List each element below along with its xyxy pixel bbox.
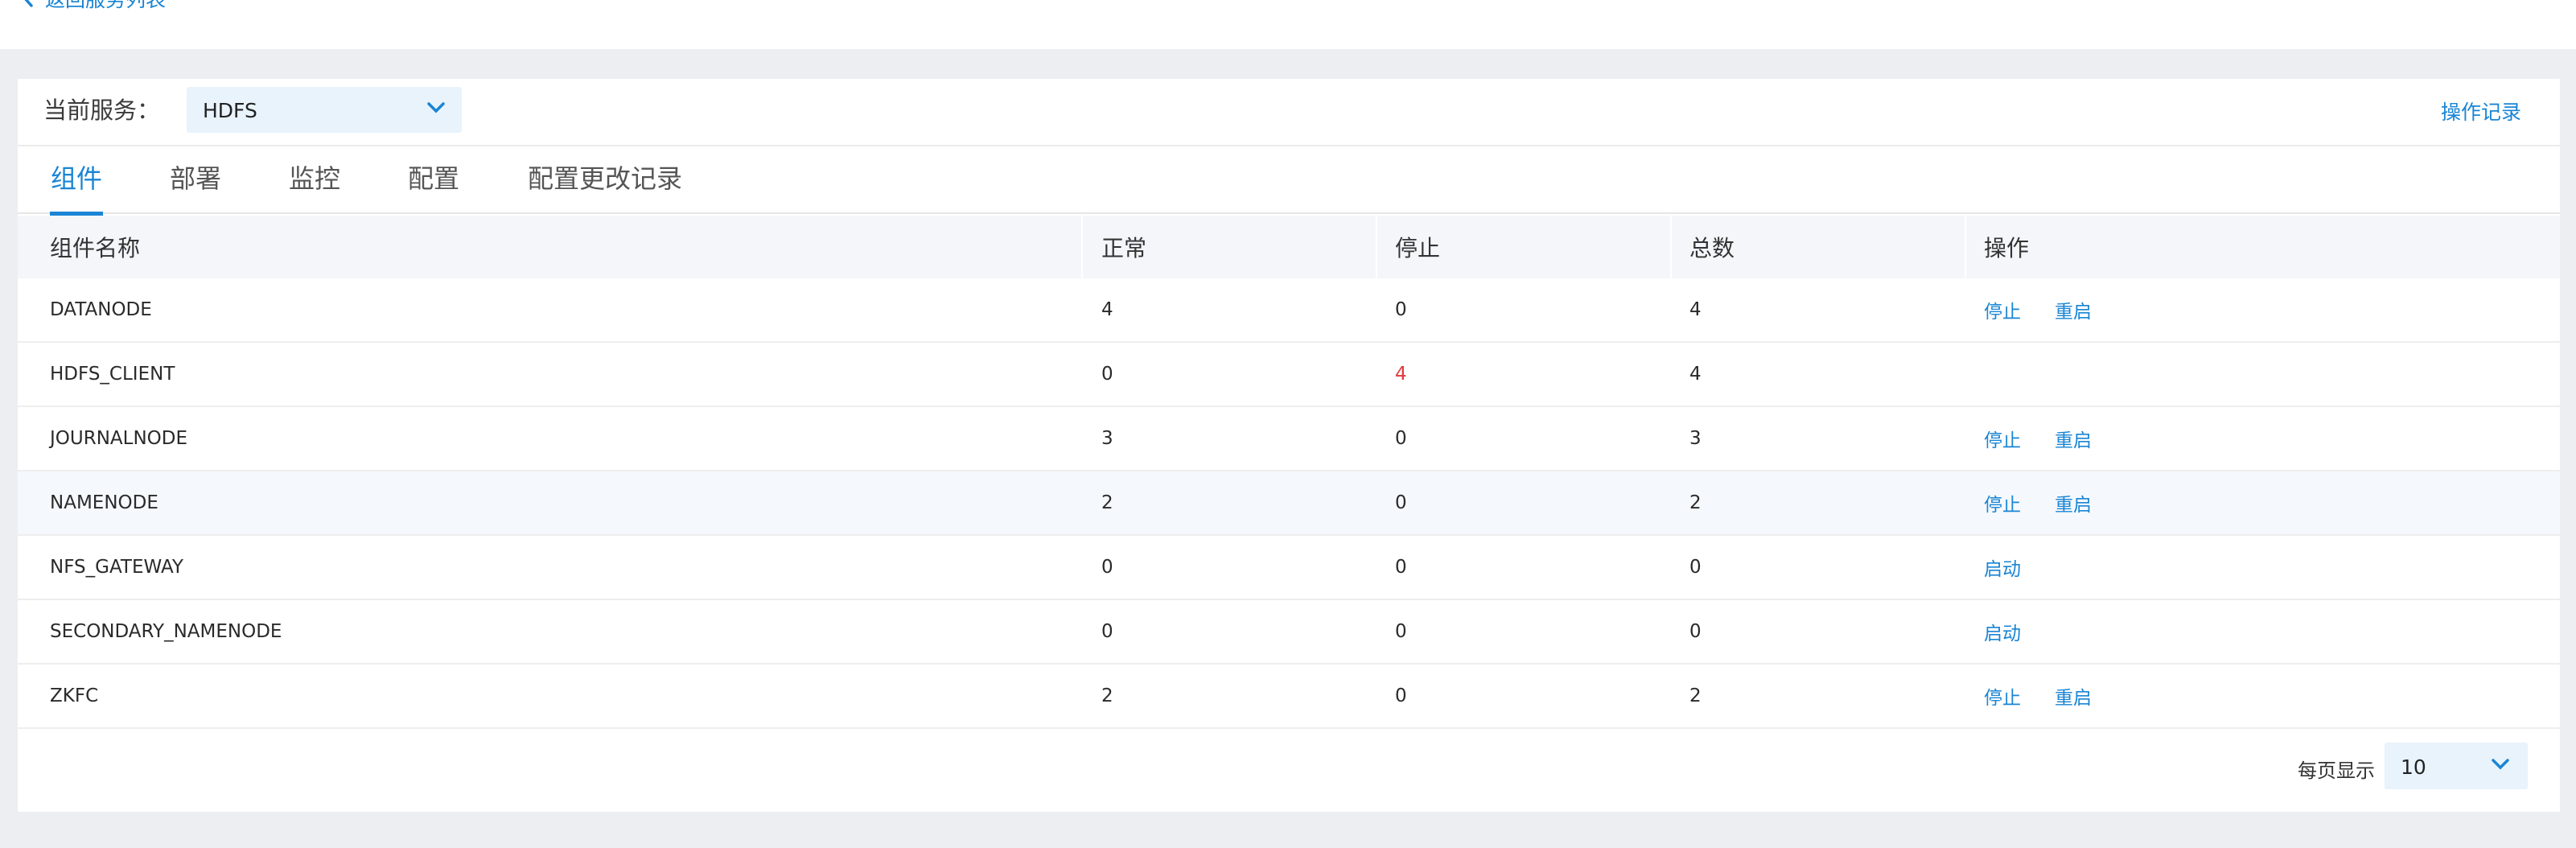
- back-to-service-list-link[interactable]: 返回服务列表: [23, 0, 166, 13]
- header-actions: 操作: [1984, 235, 2030, 261]
- cell-actions: 启动: [1984, 600, 2055, 663]
- cell-stopped: 0: [1395, 299, 1407, 320]
- top-bar: 返回服务列表: [0, 0, 2576, 49]
- cell-actions: 启动: [1984, 536, 2055, 599]
- cell-component-name: HDFS_CLIENT: [50, 364, 175, 385]
- cell-actions: 停止 重启: [1984, 278, 2125, 341]
- cell-total: 4: [1689, 364, 1702, 385]
- cell-total: 0: [1689, 621, 1702, 642]
- tab-monitoring[interactable]: 监控: [288, 146, 341, 214]
- table-row: ZKFC 2 0 2 停止 重启: [18, 665, 2560, 729]
- cell-total: 2: [1689, 685, 1702, 706]
- service-select[interactable]: HDFS: [187, 87, 462, 133]
- cell-stopped: 0: [1395, 621, 1407, 642]
- tab-config-change-log[interactable]: 配置更改记录: [526, 146, 684, 214]
- page-size-select[interactable]: 10: [2385, 743, 2528, 789]
- table-row: DATANODE 4 0 4 停止 重启: [18, 278, 2560, 343]
- cell-component-name: JOURNALNODE: [50, 428, 188, 449]
- cell-actions: 停止 重启: [1984, 665, 2125, 727]
- stop-button[interactable]: 停止: [1984, 425, 2021, 452]
- cell-total: 0: [1689, 557, 1702, 578]
- cell-stopped: 0: [1395, 492, 1407, 513]
- cell-stopped: 0: [1395, 428, 1407, 449]
- header-stopped: 停止: [1395, 235, 1441, 261]
- cell-component-name: NAMENODE: [50, 492, 158, 513]
- header-normal: 正常: [1101, 235, 1147, 261]
- page-size-value: 10: [2401, 755, 2426, 779]
- cell-component-name: SECONDARY_NAMENODE: [50, 621, 282, 642]
- tab-configuration[interactable]: 配置: [407, 146, 460, 214]
- cell-normal: 3: [1101, 428, 1113, 449]
- table-row: NAMENODE 2 0 2 停止 重启: [18, 471, 2560, 536]
- stop-button[interactable]: 停止: [1984, 489, 2021, 517]
- cell-component-name: DATANODE: [50, 299, 152, 320]
- cell-normal: 0: [1101, 557, 1113, 578]
- cell-stopped-alert: 4: [1395, 364, 1407, 385]
- stop-button[interactable]: 停止: [1984, 682, 2021, 710]
- tab-deployment[interactable]: 部署: [169, 146, 222, 214]
- cell-normal: 2: [1101, 685, 1113, 706]
- stop-button[interactable]: 停止: [1984, 296, 2021, 323]
- chevron-down-icon: [2491, 758, 2510, 774]
- table-header: 组件名称 正常 停止 总数 操作: [18, 216, 2560, 278]
- cell-actions: 停止 重启: [1984, 471, 2125, 534]
- cell-normal: 2: [1101, 492, 1113, 513]
- restart-button[interactable]: 重启: [2055, 425, 2092, 452]
- cell-stopped: 0: [1395, 557, 1407, 578]
- cell-normal: 0: [1101, 364, 1113, 385]
- table-row: HDFS_CLIENT 0 4 4: [18, 343, 2560, 407]
- cell-component-name: NFS_GATEWAY: [50, 557, 183, 578]
- cell-normal: 4: [1101, 299, 1113, 320]
- tab-components[interactable]: 组件: [50, 146, 103, 216]
- service-panel: 当前服务： HDFS 操作记录 组件 部署 监控 配置 配置更改记录 组件名称 …: [18, 79, 2560, 812]
- table-row: NFS_GATEWAY 0 0 0 启动: [18, 536, 2560, 600]
- cell-total: 3: [1689, 428, 1702, 449]
- cell-total: 2: [1689, 492, 1702, 513]
- header-component-name: 组件名称: [50, 235, 141, 261]
- start-button[interactable]: 启动: [1984, 618, 2021, 645]
- cell-stopped: 0: [1395, 685, 1407, 706]
- cell-total: 4: [1689, 299, 1702, 320]
- service-select-value: HDFS: [203, 99, 257, 122]
- table-row: JOURNALNODE 3 0 3 停止 重启: [18, 407, 2560, 471]
- tab-bar: 组件 部署 监控 配置 配置更改记录: [18, 145, 2560, 216]
- chevron-down-icon: [426, 101, 446, 117]
- cell-actions: 停止 重启: [1984, 407, 2125, 470]
- table-row: SECONDARY_NAMENODE 0 0 0 启动: [18, 600, 2560, 665]
- header-total: 总数: [1689, 235, 1735, 261]
- chevron-left-icon: [23, 0, 34, 7]
- service-selector-row: 当前服务： HDFS 操作记录: [18, 79, 2560, 145]
- components-table: 组件名称 正常 停止 总数 操作 DATANODE 4 0 4 停止 重启 HD…: [18, 216, 2560, 729]
- restart-button[interactable]: 重启: [2055, 682, 2092, 710]
- cell-component-name: ZKFC: [50, 685, 99, 706]
- operation-record-link[interactable]: 操作记录: [2441, 97, 2521, 126]
- start-button[interactable]: 启动: [1984, 554, 2021, 581]
- restart-button[interactable]: 重启: [2055, 296, 2092, 323]
- restart-button[interactable]: 重启: [2055, 489, 2092, 517]
- cell-normal: 0: [1101, 621, 1113, 642]
- current-service-label: 当前服务：: [43, 97, 161, 124]
- back-link-label: 返回服务列表: [45, 0, 166, 13]
- page-size-label: 每页显示: [2298, 759, 2375, 782]
